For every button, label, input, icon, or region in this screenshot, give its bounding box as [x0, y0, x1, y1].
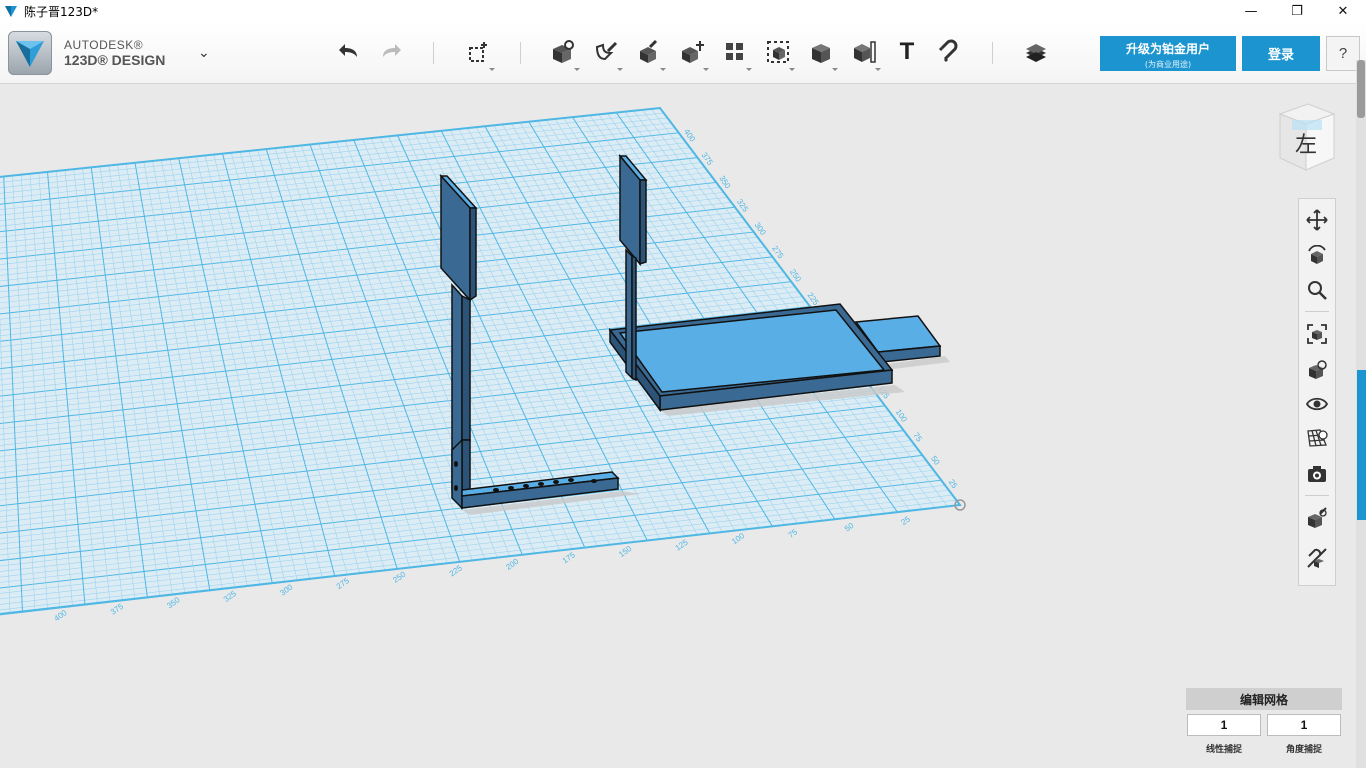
orbit-button[interactable] [1302, 241, 1332, 271]
hide-button[interactable] [1302, 543, 1332, 573]
vertical-scrollbar[interactable] [1356, 60, 1366, 768]
redo-button[interactable] [374, 36, 408, 68]
combine-icon [812, 44, 830, 63]
linear-snap-label: 线性捕捉 [1205, 745, 1242, 755]
measure-icon [854, 41, 876, 63]
snap-button[interactable] [933, 36, 967, 68]
navigation-panel [1298, 198, 1336, 586]
edit-grid-panel: 编辑网格 1 1 线性捕捉 角度捕捉 [1186, 688, 1342, 764]
primitives-icon [469, 42, 487, 62]
brand-line2: 123D® DESIGN [64, 52, 166, 68]
sketch-icon [553, 40, 574, 63]
ruler-label-near: 225 [448, 563, 465, 578]
measure-button[interactable] [847, 36, 881, 71]
angle-snap-label: 角度捕捉 [1285, 745, 1322, 755]
pattern-button[interactable] [718, 36, 752, 71]
perspective-icon [1309, 360, 1327, 379]
edit-grid-title[interactable]: 编辑网格 [1186, 688, 1342, 710]
ruler-label-near: 375 [109, 601, 126, 616]
visibility-icon [1306, 397, 1328, 411]
fit-icon [1307, 324, 1327, 344]
app-menu-dropdown[interactable]: ⌄ [198, 44, 210, 61]
material-view-icon [1308, 507, 1327, 528]
ruler-label-near: 75 [787, 527, 800, 540]
snap-icon [938, 39, 958, 63]
ruler-label-near: 125 [674, 537, 691, 552]
material-view-button[interactable] [1302, 503, 1332, 533]
logo-mark-icon [8, 31, 52, 75]
combine-button[interactable] [804, 36, 838, 71]
close-button[interactable]: ✕ [1320, 0, 1366, 22]
group-button[interactable] [761, 36, 795, 71]
ruler-label-near: 400 [52, 608, 69, 623]
ruler-label-near: 200 [504, 557, 521, 572]
text-button[interactable]: T [890, 36, 924, 68]
transform-icon [682, 41, 704, 63]
pan-button[interactable] [1302, 205, 1332, 235]
construct-icon [595, 41, 618, 61]
ruler-label-near: 300 [278, 582, 295, 597]
title-bar: 陈子晋123D* — ❐ ✕ [0, 0, 1366, 22]
orbit-icon [1308, 245, 1326, 264]
grid-button[interactable] [1302, 423, 1332, 453]
upgrade-sublabel: (为商业用途) [1144, 60, 1192, 69]
screenshot-button[interactable] [1302, 459, 1332, 489]
zoom-button[interactable] [1302, 275, 1332, 305]
view-cube[interactable]: 左 [1272, 100, 1342, 176]
grid-icon [1307, 429, 1328, 447]
upgrade-button[interactable]: 升级为铂金用户 (为商业用途) [1100, 36, 1236, 71]
brand-line1: AUTODESK® [64, 38, 144, 52]
ruler-label-near: 150 [617, 544, 634, 559]
pattern-icon [726, 43, 743, 60]
app-logo[interactable]: AUTODESK® 123D® DESIGN [8, 31, 165, 75]
text-icon: T [899, 38, 915, 65]
ruler-label-near: 325 [222, 589, 239, 604]
material-icon [1026, 44, 1046, 62]
minimize-button[interactable]: — [1228, 0, 1274, 22]
ruler-label-near: 25 [900, 514, 913, 527]
help-button[interactable]: ? [1326, 36, 1360, 71]
window-title: 陈子晋123D* [24, 4, 99, 19]
3d-viewport[interactable]: 2525505075751001001251251501501751752002… [0, 84, 1356, 768]
undo-icon [339, 44, 357, 57]
modify-icon [640, 39, 658, 63]
construct-button[interactable] [589, 36, 623, 71]
zoom-icon [1308, 281, 1327, 300]
ruler-label-near: 250 [391, 569, 408, 584]
linear-snap-input[interactable]: 1 [1187, 714, 1261, 736]
view-cube-icon: 左 [1278, 103, 1336, 171]
undo-button[interactable] [332, 36, 366, 68]
screenshot-icon [1308, 466, 1326, 482]
ruler-label-near: 275 [335, 576, 352, 591]
angle-snap-input[interactable]: 1 [1267, 714, 1341, 736]
ruler-label-near: 350 [165, 595, 182, 610]
pan-icon [1306, 209, 1328, 231]
material-button[interactable] [1019, 36, 1053, 68]
scrollbar-thumb[interactable] [1357, 60, 1365, 118]
scene-canvas: 2525505075751001001251251501501751752002… [0, 106, 966, 623]
app-logo-icon [5, 6, 17, 17]
primitives-button[interactable] [461, 36, 495, 71]
ruler-label-near: 50 [843, 521, 856, 534]
transform-button[interactable] [675, 36, 709, 71]
perspective-button[interactable] [1302, 355, 1332, 385]
group-icon [767, 41, 789, 63]
hide-icon [1307, 548, 1327, 568]
main-toolbar: AUTODESK® 123D® DESIGN ⌄ T 升级为铂金用户 (为商业用… [0, 22, 1366, 84]
restore-button[interactable]: ❐ [1274, 0, 1320, 22]
ruler-label-near: 175 [561, 550, 578, 565]
redo-icon [383, 44, 401, 57]
ruler-label-near: 100 [730, 531, 747, 546]
sketch-button[interactable] [546, 36, 580, 71]
view-cube-face-label: 左 [1295, 133, 1317, 158]
fit-button[interactable] [1302, 319, 1332, 349]
modify-button[interactable] [632, 36, 666, 71]
upgrade-label: 升级为铂金用户 [1125, 42, 1210, 56]
login-button[interactable]: 登录 [1242, 36, 1320, 71]
visibility-button[interactable] [1302, 389, 1332, 419]
side-panel-tab[interactable] [1357, 370, 1366, 520]
